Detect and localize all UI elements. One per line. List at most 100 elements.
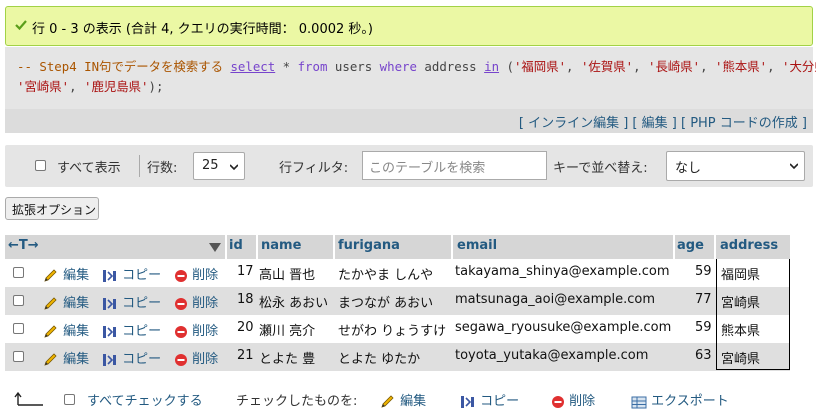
row-edit-button[interactable]: 編集 (43, 292, 89, 311)
cell-furigana: せがわ りょうすけ (338, 324, 447, 339)
row-delete-button[interactable]: 削除 (174, 348, 218, 367)
row-edit-label: 編集 (63, 296, 90, 311)
row-edit-button[interactable]: 編集 (43, 320, 89, 339)
cell-email: toyota_yutaka@example.com (455, 348, 649, 363)
table-row: 編集 コピー 削除 20 瀬川 亮介 せがわ りょうすけ segawa_ryousuke… (5, 315, 790, 343)
column-name[interactable]: name (261, 238, 301, 253)
row-copy-label: コピー (122, 324, 162, 339)
row-checkbox[interactable] (13, 295, 24, 306)
pencil-icon (44, 324, 57, 338)
delete-icon (175, 325, 187, 338)
bulk-edit-button[interactable]: 編集 (380, 390, 426, 409)
sql-token: ); (148, 79, 164, 94)
delete-icon (552, 395, 564, 408)
cell-email: takayama_shinya@example.com (455, 264, 670, 279)
check-all-label[interactable]: すべてチェックする (87, 390, 203, 409)
cell-age: 77 (695, 292, 712, 307)
column-address[interactable]: address (720, 238, 778, 253)
bulk-export-button[interactable]: エクスポート (631, 390, 729, 409)
sql-token: '熊本県' (715, 59, 768, 74)
bulk-delete-label: 削除 (569, 394, 596, 409)
delete-icon (175, 269, 187, 282)
pencil-icon (44, 352, 57, 366)
sql-token: ( (499, 59, 514, 74)
bulk-copy-button[interactable]: コピー (460, 390, 519, 409)
check-all-checkbox[interactable] (64, 394, 75, 405)
cell-id: 20 (237, 320, 254, 335)
column-id[interactable]: id (229, 238, 243, 253)
address-column-border (716, 259, 790, 370)
bulk-delete-button[interactable]: 削除 (551, 390, 595, 409)
row-delete-button[interactable]: 削除 (174, 292, 218, 311)
cell-name: 高山 晋也 (259, 268, 316, 283)
row-delete-label: 削除 (192, 296, 219, 311)
row-checkbox[interactable] (13, 351, 24, 362)
cell-email: matsunaga_aoi@example.com (455, 292, 656, 307)
row-copy-label: コピー (122, 268, 162, 283)
sql-token: from (297, 59, 328, 74)
pencil-icon (381, 394, 394, 408)
select-arrow-icon (14, 391, 43, 406)
row-edit-button[interactable]: 編集 (43, 264, 89, 283)
sql-token[interactable]: select (230, 59, 275, 74)
sort-label: キーで並べ替え: (553, 161, 648, 176)
row-copy-button[interactable]: コピー (102, 264, 161, 283)
extended-options-label: 拡張オプション (12, 203, 97, 217)
row-delete-button[interactable]: 削除 (174, 320, 218, 339)
sort-value: なし (675, 161, 702, 176)
sql-token: address (416, 59, 485, 74)
sql-token: users (327, 59, 380, 74)
cell-age: 59 (695, 320, 712, 335)
sql-token: '長崎県' (647, 59, 701, 74)
export-icon (631, 396, 647, 408)
column-furigana[interactable]: furigana (338, 238, 400, 253)
row-copy-button[interactable]: コピー (102, 348, 161, 367)
sort-by-key-select[interactable]: なし (666, 151, 805, 181)
rows-value: 25 (202, 158, 219, 173)
row-filter-input[interactable]: このテーブルを検索 (362, 151, 547, 180)
row-delete-label: 削除 (192, 268, 219, 283)
table-row: 編集 コピー 削除 18 松永 あおい まつなが あおい matsunaga_aoi@e… (5, 287, 790, 315)
column-email[interactable]: email (457, 238, 497, 253)
bulk-copy-label: コピー (480, 394, 520, 409)
sql-token: * (275, 59, 298, 74)
show-all-label[interactable]: すべて表示 (57, 157, 121, 176)
row-checkbox[interactable] (13, 323, 24, 334)
success-message: 行 0 - 3 の表示 (合計 4, クエリの実行時間： 0.0002 秒。) (5, 6, 813, 46)
row-checkbox[interactable] (13, 267, 24, 278)
column-age[interactable]: age (677, 238, 704, 253)
sql-token: , (566, 59, 581, 74)
sql-token: '鹿児島県' (84, 79, 149, 94)
sql-token: '大分県' (782, 59, 816, 74)
cell-age: 63 (695, 348, 712, 363)
rows-select[interactable]: 25 (193, 152, 245, 180)
cell-id: 18 (237, 292, 254, 307)
chevron-down-icon (230, 164, 238, 171)
row-copy-label: コピー (122, 296, 162, 311)
cell-name: 瀬川 亮介 (259, 324, 316, 339)
cell-name: とよた 豊 (259, 352, 316, 367)
row-delete-button[interactable]: 削除 (174, 264, 218, 283)
php-code-link[interactable]: PHP コードの作成 (690, 116, 798, 131)
bulk-edit-label: 編集 (400, 394, 427, 409)
copy-icon (103, 325, 116, 338)
edit-query-link[interactable]: 編集 (642, 116, 668, 131)
bulk-export-label: エクスポート (651, 394, 729, 409)
inline-edit-link[interactable]: インライン編集 (528, 116, 619, 131)
with-selected-label: チェックしたものを: (236, 394, 358, 409)
row-copy-button[interactable]: コピー (102, 292, 161, 311)
sql-query-box: -- Step4 IN句でデータを検索する select * from user… (5, 47, 816, 109)
sql-line-1: -- Step4 IN句でデータを検索する select * from user… (17, 57, 816, 77)
row-edit-label: 編集 (63, 268, 90, 283)
navigation-bar: すべて表示 行数: 25 行フィルタ: このテーブルを検索 キーで並べ替え: な… (5, 145, 813, 187)
query-action-links: [ インライン編集 ] [ 編集 ] [ PHP コードの作成 ] (518, 116, 807, 131)
column-resize-arrows[interactable]: ←T→ (8, 238, 39, 253)
sort-triangle-icon[interactable] (209, 243, 221, 252)
chevron-down-icon (790, 163, 798, 170)
extended-options-button[interactable]: 拡張オプション (5, 197, 99, 220)
sql-token[interactable]: in (484, 59, 499, 74)
sql-code: -- Step4 IN句でデータを検索する select * from user… (17, 57, 816, 97)
row-copy-button[interactable]: コピー (102, 320, 161, 339)
row-edit-button[interactable]: 編集 (43, 348, 89, 367)
show-all-checkbox[interactable] (35, 160, 46, 171)
